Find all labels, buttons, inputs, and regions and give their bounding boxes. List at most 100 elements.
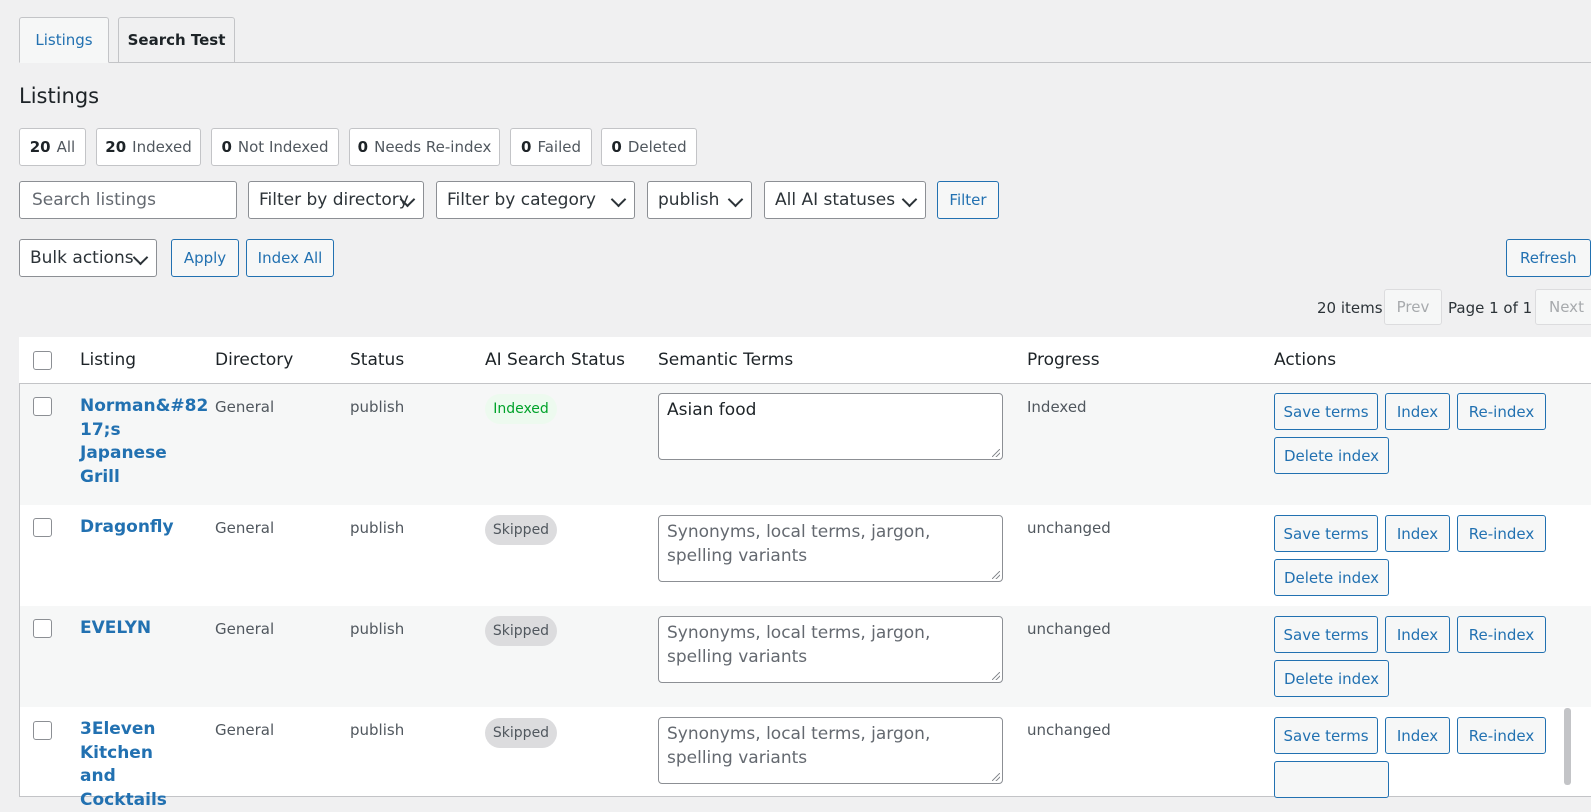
chevron-down-icon — [610, 191, 627, 208]
listing-progress: Indexed — [1027, 398, 1087, 416]
semantic-terms-textarea[interactable]: Synonyms, local terms, jargon, spelling … — [658, 717, 1003, 784]
count-label: Not Indexed — [237, 138, 329, 156]
count-needs-reindex[interactable]: 0 Needs Re-index — [349, 128, 500, 166]
resize-grip-icon[interactable] — [992, 571, 1000, 579]
index-button[interactable]: Index — [1385, 515, 1450, 552]
ai-status-select-value: All AI statuses — [775, 190, 896, 210]
listing-directory: General — [215, 398, 275, 416]
index-button[interactable]: Index — [1385, 717, 1450, 754]
count-label: Indexed — [132, 138, 192, 156]
tab-search-test[interactable]: Search Test — [118, 17, 235, 63]
bulk-actions-value: Bulk actions — [30, 248, 134, 268]
column-header-actions: Actions — [1274, 350, 1337, 370]
semantic-terms-textarea[interactable]: Synonyms, local terms, jargon, spelling … — [658, 616, 1003, 683]
tab-listings[interactable]: Listings — [19, 17, 109, 63]
save-terms-button[interactable]: Save terms — [1274, 616, 1378, 653]
listing-progress: unchanged — [1027, 620, 1111, 638]
column-header-ai-status: AI Search Status — [485, 350, 626, 370]
column-header-directory: Directory — [215, 350, 294, 370]
bulk-actions-select[interactable]: Bulk actions — [19, 239, 157, 277]
column-header-listing[interactable]: Listing — [80, 350, 136, 370]
search-input[interactable] — [19, 181, 237, 219]
chevron-down-icon — [901, 191, 918, 208]
count-value: 0 — [521, 138, 532, 156]
column-header-progress: Progress — [1027, 350, 1100, 370]
tab-bar-divider — [19, 62, 1591, 63]
page-info: Page 1 of 1 — [1448, 299, 1533, 317]
listing-name-link[interactable]: EVELYN — [80, 617, 192, 641]
listing-directory: General — [215, 721, 275, 739]
reindex-button[interactable]: Re-index — [1457, 616, 1546, 653]
next-page-button[interactable]: Next — [1535, 289, 1591, 325]
count-value: 20 — [29, 138, 51, 156]
index-all-button[interactable]: Index All — [246, 239, 334, 277]
refresh-button[interactable]: Refresh — [1506, 239, 1591, 277]
items-count: 20 items — [1317, 299, 1383, 317]
select-all-checkbox[interactable] — [33, 351, 52, 370]
delete-index-button[interactable]: Delete index — [1274, 437, 1389, 474]
index-button[interactable]: Index — [1385, 616, 1450, 653]
row-checkbox[interactable] — [33, 518, 52, 537]
row-checkbox[interactable] — [33, 619, 52, 638]
semantic-terms-value: Asian food — [667, 400, 757, 420]
listing-progress: unchanged — [1027, 519, 1111, 537]
listing-directory: General — [215, 519, 275, 537]
row-checkbox[interactable] — [33, 721, 52, 740]
count-all[interactable]: 20 All — [19, 128, 86, 166]
resize-grip-icon[interactable] — [992, 672, 1000, 680]
listing-name-link[interactable]: Norman&#82 17;s Japanese Grill — [80, 395, 208, 489]
semantic-terms-textarea[interactable]: Asian food — [658, 393, 1003, 460]
column-header-semantic-terms: Semantic Terms — [658, 350, 794, 370]
page-title: Listings — [19, 84, 100, 108]
semantic-terms-placeholder: Synonyms, local terms, jargon, spelling … — [667, 724, 931, 768]
reindex-button[interactable]: Re-index — [1457, 393, 1546, 430]
count-value: 20 — [105, 138, 127, 156]
listing-progress: unchanged — [1027, 721, 1111, 739]
count-not-indexed[interactable]: 0 Not Indexed — [211, 128, 339, 166]
count-label: All — [56, 138, 76, 156]
scrollbar-thumb[interactable] — [1564, 708, 1571, 785]
resize-grip-icon[interactable] — [992, 449, 1000, 457]
status-select-value: publish — [658, 190, 720, 210]
save-terms-button[interactable]: Save terms — [1274, 717, 1378, 754]
listing-status: publish — [350, 721, 405, 739]
listing-directory: General — [215, 620, 275, 638]
semantic-terms-textarea[interactable]: Synonyms, local terms, jargon, spelling … — [658, 515, 1003, 582]
chevron-down-icon — [727, 191, 744, 208]
column-header-status: Status — [350, 350, 405, 370]
delete-index-button[interactable]: Delete index — [1274, 660, 1389, 697]
save-terms-button[interactable]: Save terms — [1274, 515, 1378, 552]
listing-name-link[interactable]: Dragonfly — [80, 516, 192, 540]
delete-index-button[interactable] — [1274, 761, 1389, 798]
resize-grip-icon[interactable] — [992, 773, 1000, 781]
row-checkbox[interactable] — [33, 397, 52, 416]
ai-status-badge: Skipped — [485, 616, 557, 646]
count-label: Failed — [537, 138, 581, 156]
prev-page-button[interactable]: Prev — [1384, 289, 1442, 325]
listing-status: publish — [350, 620, 405, 638]
search-input-field[interactable] — [30, 189, 236, 211]
reindex-button[interactable]: Re-index — [1457, 717, 1546, 754]
ai-status-badge: Skipped — [485, 718, 557, 748]
index-button[interactable]: Index — [1385, 393, 1450, 430]
chevron-down-icon — [132, 249, 149, 266]
listing-status: publish — [350, 398, 405, 416]
category-select[interactable]: Filter by category — [436, 181, 635, 219]
ai-status-badge: Skipped — [485, 515, 557, 545]
delete-index-button[interactable]: Delete index — [1274, 559, 1389, 596]
semantic-terms-placeholder: Synonyms, local terms, jargon, spelling … — [667, 623, 931, 667]
save-terms-button[interactable]: Save terms — [1274, 393, 1378, 430]
count-deleted[interactable]: 0 Deleted — [601, 128, 697, 166]
status-select[interactable]: publish — [647, 181, 752, 219]
apply-button[interactable]: Apply — [171, 239, 239, 277]
listing-name-link[interactable]: 3Eleven Kitchen and Cocktails — [80, 718, 192, 812]
directory-select-value: Filter by directory — [259, 190, 409, 210]
count-failed[interactable]: 0 Failed — [510, 128, 592, 166]
directory-select[interactable]: Filter by directory — [248, 181, 424, 219]
count-label: Deleted — [627, 138, 687, 156]
ai-status-select[interactable]: All AI statuses — [764, 181, 926, 219]
count-value: 0 — [357, 138, 369, 156]
reindex-button[interactable]: Re-index — [1457, 515, 1546, 552]
count-indexed[interactable]: 20 Indexed — [96, 128, 201, 166]
filter-button[interactable]: Filter — [937, 181, 999, 219]
